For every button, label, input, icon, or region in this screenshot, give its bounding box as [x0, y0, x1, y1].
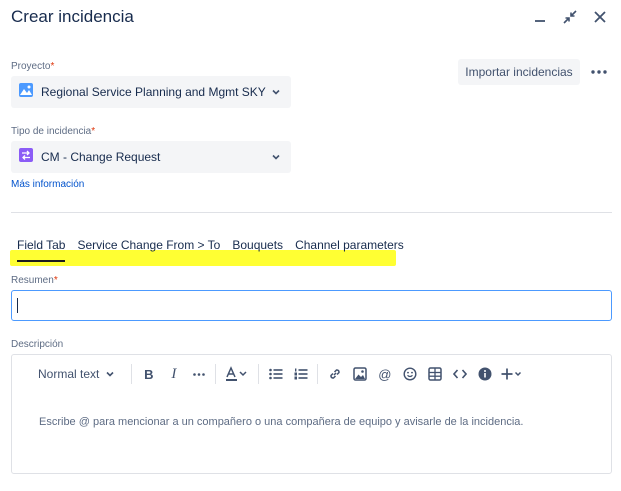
- dialog-title: Crear incidencia: [11, 7, 134, 26]
- toolbar-separator: [131, 364, 133, 384]
- summary-input[interactable]: [11, 290, 612, 321]
- project-value: Regional Service Planning and Mgmt SKY (…: [41, 85, 269, 99]
- tab-bouquets[interactable]: Bouquets: [226, 238, 289, 257]
- emoji-icon: [403, 367, 417, 381]
- summary-label: Resumen*: [11, 275, 58, 286]
- change-request-icon: [19, 147, 33, 167]
- chevron-down-icon: [269, 150, 283, 164]
- import-issues-button[interactable]: Importar incidencias: [458, 59, 580, 85]
- plus-icon: [501, 368, 522, 380]
- tab-service-change[interactable]: Service Change From > To: [71, 238, 226, 257]
- more-info-link[interactable]: Más información: [11, 179, 84, 190]
- chevron-down-icon: [106, 371, 114, 377]
- toolbar-separator: [317, 364, 319, 384]
- project-avatar-icon: [19, 82, 33, 102]
- project-label: Proyecto*: [11, 61, 55, 72]
- close-button[interactable]: [591, 8, 609, 26]
- close-icon: [594, 11, 606, 23]
- issue-type-value: CM - Change Request: [41, 150, 161, 164]
- text-style-value: Normal text: [38, 367, 100, 381]
- editor-toolbar: Normal text B I @: [12, 355, 611, 393]
- collapse-icon: [563, 10, 577, 24]
- toolbar-separator: [215, 364, 217, 384]
- italic-icon: I: [171, 365, 177, 382]
- description-label: Descripción: [11, 339, 64, 350]
- tab-field-tab[interactable]: Field Tab: [11, 238, 71, 262]
- section-divider: [11, 212, 612, 213]
- info-icon: [478, 367, 492, 381]
- code-icon: [452, 369, 467, 379]
- emoji-button[interactable]: [397, 362, 422, 386]
- link-button[interactable]: [322, 362, 347, 386]
- chevron-down-icon: [269, 85, 283, 99]
- toolbar-separator: [258, 364, 260, 384]
- required-mark: *: [91, 126, 96, 137]
- code-button[interactable]: [447, 362, 472, 386]
- collapse-button[interactable]: [561, 8, 579, 26]
- numbered-list-button[interactable]: [288, 362, 313, 386]
- more-actions-button[interactable]: [588, 62, 610, 82]
- bold-button[interactable]: B: [136, 362, 161, 386]
- link-icon: [330, 369, 340, 379]
- text-color-button[interactable]: [220, 362, 254, 386]
- info-panel-button[interactable]: [472, 362, 497, 386]
- more-formatting-button[interactable]: [186, 362, 211, 386]
- bullet-list-icon: [269, 368, 283, 380]
- more-horizontal-icon: [591, 70, 607, 74]
- more-horizontal-icon: [193, 372, 205, 376]
- image-button[interactable]: [347, 362, 372, 386]
- project-select[interactable]: Regional Service Planning and Mgmt SKY (…: [11, 76, 291, 108]
- text-style-dropdown[interactable]: Normal text: [26, 367, 127, 381]
- mention-icon: @: [378, 366, 392, 382]
- bold-icon: B: [144, 366, 154, 382]
- tab-channel-parameters[interactable]: Channel parameters: [289, 238, 410, 257]
- bullet-list-button[interactable]: [263, 362, 288, 386]
- mention-button[interactable]: @: [372, 362, 397, 386]
- description-editor[interactable]: Normal text B I @ Escribe @ para mencion…: [11, 354, 612, 474]
- text-color-icon: [226, 366, 247, 381]
- image-icon: [353, 367, 367, 381]
- required-mark: *: [53, 275, 58, 286]
- window-controls: [531, 8, 609, 26]
- description-placeholder: Escribe @ para mencionar a un compañero …: [39, 416, 524, 428]
- italic-button[interactable]: I: [161, 362, 186, 386]
- required-mark: *: [50, 61, 55, 72]
- minimize-icon: [535, 20, 545, 22]
- numbered-list-icon: [294, 368, 308, 380]
- table-icon: [428, 367, 442, 381]
- field-tabs: Field Tab Service Change From > To Bouqu…: [11, 238, 410, 262]
- issue-type-label: Tipo de incidencia*: [11, 126, 96, 137]
- insert-more-button[interactable]: [497, 362, 527, 386]
- table-button[interactable]: [422, 362, 447, 386]
- minimize-button[interactable]: [531, 8, 549, 26]
- text-cursor: [17, 298, 18, 313]
- issue-type-select[interactable]: CM - Change Request: [11, 141, 291, 173]
